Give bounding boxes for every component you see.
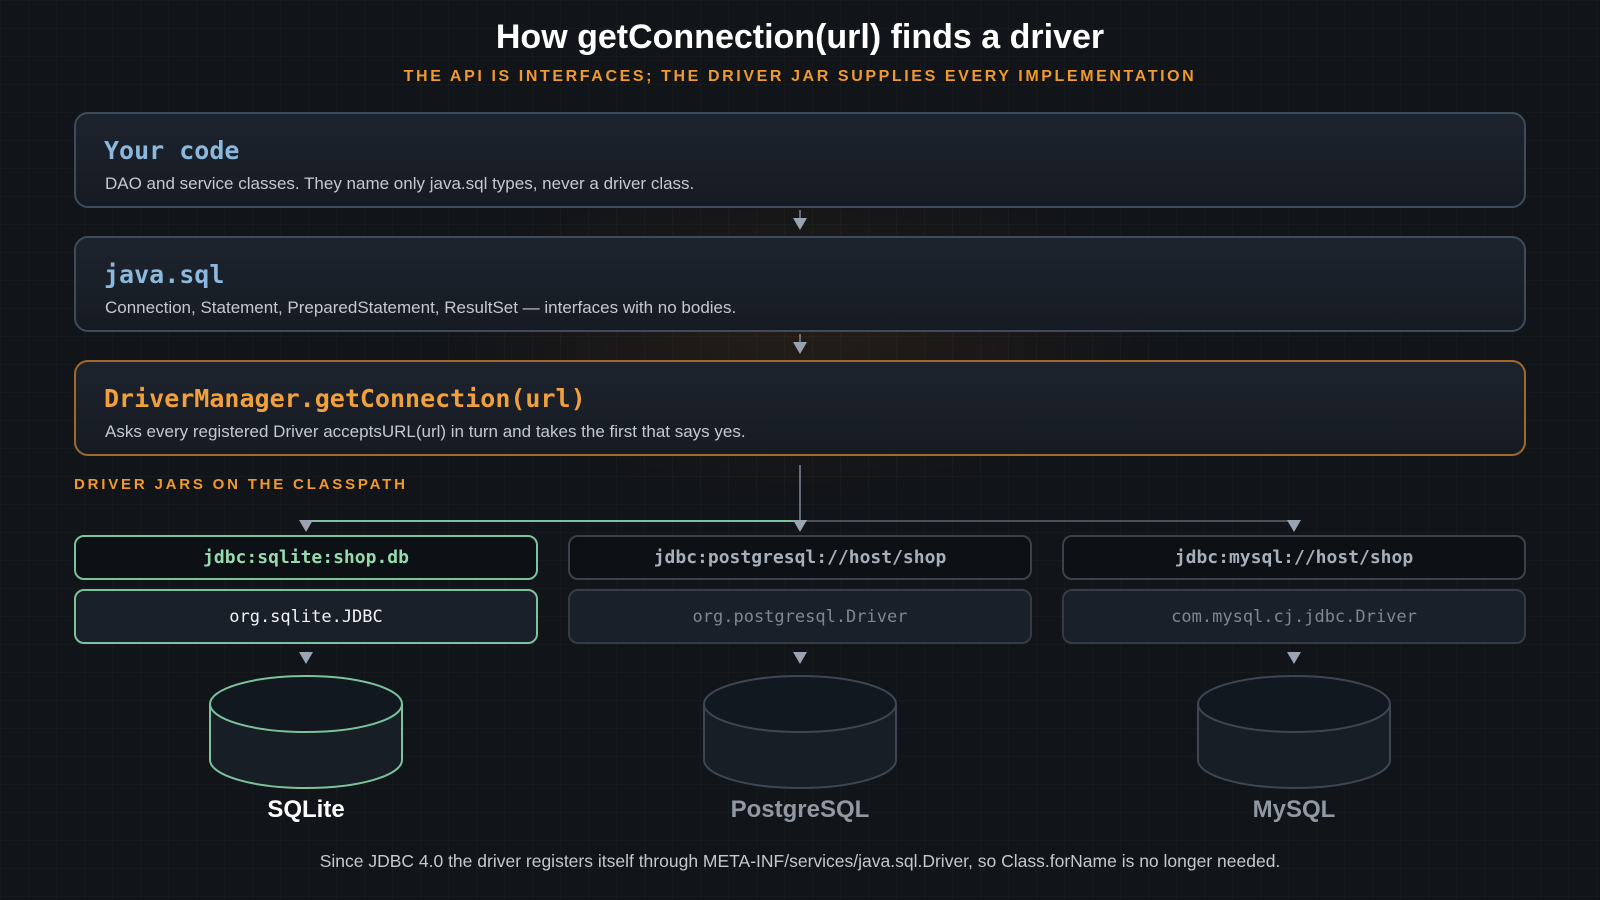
- sqlite-database-icon: [209, 675, 403, 789]
- postgresql-database-icon: [703, 675, 897, 789]
- arrow-to-sqlite-url: [299, 520, 313, 532]
- db-label-mysql: MySQL: [1252, 796, 1336, 823]
- layer-description-your-code: DAO and service classes. They name only …: [105, 174, 695, 193]
- arrow-to-sqlite-db: [299, 652, 313, 664]
- url-box-mysql: jdbc:mysql://host/shop: [1062, 535, 1526, 580]
- section-label-driver-jars: DRIVER JARS ON THE CLASSPATH: [74, 476, 408, 493]
- arrow-code-to-javasql: [793, 210, 807, 230]
- url-box-sqlite: jdbc:sqlite:shop.db: [74, 535, 538, 580]
- db-label-postgresql: PostgreSQL: [730, 796, 870, 823]
- layer-java-sql: java.sql Connection, Statement, Prepared…: [74, 236, 1526, 332]
- branch-connector: [299, 465, 1301, 532]
- layer-driver-manager: DriverManager.getConnection(url) Asks ev…: [74, 360, 1526, 456]
- arrow-to-mysql-url: [1287, 520, 1301, 532]
- layer-description-java-sql: Connection, Statement, PreparedStatement…: [105, 298, 737, 317]
- mysql-database-icon: [1197, 675, 1391, 789]
- driver-box-mysql: com.mysql.cj.jdbc.Driver: [1062, 589, 1526, 644]
- url-box-postgresql: jdbc:postgresql://host/shop: [568, 535, 1032, 580]
- arrow-to-mysql-db: [1287, 652, 1301, 664]
- layer-description-driver-manager: Asks every registered Driver acceptsURL(…: [105, 422, 746, 441]
- layer-title-driver-manager: DriverManager.getConnection(url): [104, 384, 586, 413]
- layer-your-code: Your code DAO and service classes. They …: [74, 112, 1526, 208]
- driver-box-postgresql: org.postgresql.Driver: [568, 589, 1032, 644]
- arrow-to-postgresql-url: [793, 520, 807, 532]
- db-label-sqlite: SQLite: [267, 796, 345, 823]
- layer-title-java-sql: java.sql: [104, 260, 225, 289]
- footnote: Since JDBC 4.0 the driver registers itse…: [319, 851, 1281, 871]
- layer-title-your-code: Your code: [104, 136, 240, 165]
- arrow-javasql-to-drivermanager: [793, 334, 807, 354]
- driver-box-sqlite: org.sqlite.JDBC: [74, 589, 538, 644]
- arrow-to-postgresql-db: [793, 652, 807, 664]
